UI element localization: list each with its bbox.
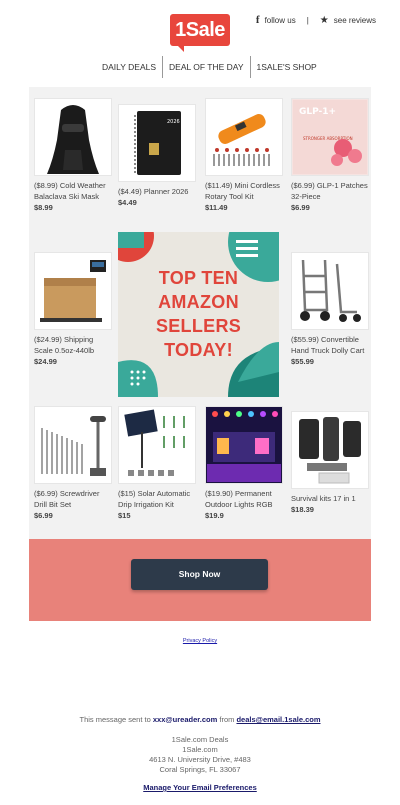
hand-truck-image (300, 259, 361, 322)
product-price: $55.99 (291, 357, 314, 366)
product-image[interactable] (205, 406, 283, 484)
facebook-icon[interactable]: f (256, 14, 260, 26)
banner-title: TOP TEN AMAZON SELLERS TODAY! (118, 266, 279, 362)
drill-bits-image (41, 416, 106, 476)
product-card[interactable]: ($11.49) Mini Cordless Rotary Tool Kit $… (205, 98, 283, 212)
product-image[interactable] (34, 406, 112, 484)
see-reviews-link[interactable]: see reviews (334, 16, 376, 25)
product-price: $15 (118, 511, 131, 520)
product-name[interactable]: ($55.99) Convertible Hand Truck Dolly Ca… (291, 334, 369, 356)
patch-title: GLP-1+ (299, 107, 336, 117)
product-card[interactable]: ($24.99) Shipping Scale 0.5oz-440lb $24.… (34, 252, 112, 366)
privacy-policy-link[interactable]: Privacy Policy (0, 638, 400, 644)
banner-line: TODAY! (164, 340, 233, 360)
nav-1sales-shop[interactable]: 1SALE'S SHOP (251, 56, 323, 78)
logo-tail (176, 44, 184, 52)
product-image[interactable] (291, 411, 369, 489)
nav-daily-deals[interactable]: DAILY DEALS (96, 56, 162, 78)
product-price: $11.49 (205, 203, 228, 212)
product-image[interactable]: GLP-1+ STRONGER ABSORPTION (291, 98, 369, 176)
banner-line: TOP TEN (158, 268, 239, 288)
footer-sent-line: This message sent to xxx@ureader.com fro… (0, 715, 400, 724)
top-ten-banner[interactable]: TOP TEN AMAZON SELLERS TODAY! (118, 232, 279, 397)
planner-year: 2026 (167, 119, 180, 125)
from-text: from (217, 715, 237, 724)
product-price: $4.49 (118, 198, 137, 207)
brand-logo[interactable]: 1Sale (170, 14, 230, 46)
product-name[interactable]: ($6.99) GLP-1 Patches 32-Piece (291, 180, 369, 202)
star-icon[interactable]: ★ (320, 15, 329, 26)
product-price: $6.99 (291, 203, 310, 212)
product-name[interactable]: ($11.49) Mini Cordless Rotary Tool Kit (205, 180, 283, 202)
rotary-tool-image (213, 114, 270, 166)
product-card[interactable]: ($55.99) Convertible Hand Truck Dolly Ca… (291, 252, 369, 366)
product-price: $18.39 (291, 505, 314, 514)
product-card[interactable]: GLP-1+ STRONGER ABSORPTION ($6.99) GLP-1… (291, 98, 369, 212)
product-image[interactable] (205, 98, 283, 176)
sent-prefix: This message sent to (79, 715, 153, 724)
product-price: $8.99 (34, 203, 53, 212)
product-price: $19.9 (205, 511, 224, 520)
shop-now-button[interactable]: Shop Now (131, 559, 268, 590)
shipping-scale-image (40, 260, 106, 322)
product-image[interactable] (34, 98, 112, 176)
follow-us-link[interactable]: follow us (265, 16, 296, 25)
outdoor-lights-image (207, 408, 281, 482)
product-price: $24.99 (34, 357, 57, 366)
manage-preferences-row: Manage Your Email Preferences (0, 783, 400, 792)
product-name[interactable]: ($15) Solar Automatic Drip Irrigation Ki… (118, 488, 196, 510)
nav-deal-of-the-day[interactable]: DEAL OF THE DAY (163, 56, 249, 78)
product-name[interactable]: ($19.90) Permanent Outdoor Lights RGB (205, 488, 283, 510)
product-card[interactable]: ($15) Solar Automatic Drip Irrigation Ki… (118, 406, 196, 520)
recipient-email: xxx@ureader.com (152, 715, 218, 724)
product-price: $6.99 (34, 511, 53, 520)
solar-irrigation-image (124, 409, 185, 476)
product-card[interactable]: 2026 ($4.49) Planner 2026 $4.49 (118, 104, 196, 207)
product-name[interactable]: ($4.49) Planner 2026 (118, 186, 196, 197)
product-name[interactable]: ($6.99) Screwdriver Drill Bit Set (34, 488, 112, 510)
product-image[interactable] (118, 406, 196, 484)
balaclava-image (47, 105, 99, 174)
product-name[interactable]: Survival kits 17 in 1 (291, 493, 369, 504)
product-name[interactable]: ($8.99) Cold Weather Balaclava Ski Mask (34, 180, 112, 202)
product-image[interactable]: 2026 (118, 104, 196, 182)
product-image[interactable] (291, 252, 369, 330)
product-image[interactable] (34, 252, 112, 330)
manage-preferences-link[interactable]: Manage Your Email Preferences (143, 783, 257, 792)
product-card[interactable]: ($6.99) Screwdriver Drill Bit Set $6.99 (34, 406, 112, 520)
top-nav: DAILY DEALS DEAL OF THE DAY 1SALE'S SHOP (96, 56, 323, 78)
footer-site: 1Sale.com (182, 745, 218, 754)
footer-address-line2: Coral Springs, FL 33067 (159, 765, 241, 774)
product-card[interactable]: ($8.99) Cold Weather Balaclava Ski Mask … (34, 98, 112, 212)
sender-email-link[interactable]: deals@email.1sale.com (236, 715, 320, 724)
product-name[interactable]: ($24.99) Shipping Scale 0.5oz-440lb (34, 334, 112, 356)
banner-line: AMAZON (158, 292, 239, 312)
banner-line: SELLERS (155, 316, 242, 336)
glp-patches-image: GLP-1+ STRONGER ABSORPTION (293, 100, 367, 174)
survival-kit-image (299, 417, 361, 484)
social-separator: | (306, 15, 309, 25)
footer-address-line1: 4613 N. University Drive, #483 (149, 755, 251, 764)
footer-company: 1Sale.com Deals (171, 735, 229, 744)
product-card[interactable]: Survival kits 17 in 1 $18.39 (291, 411, 369, 514)
product-grid: ($8.99) Cold Weather Balaclava Ski Mask … (29, 87, 371, 539)
planner-image: 2026 (134, 111, 181, 175)
social-links: f follow us | ★ see reviews (256, 14, 376, 26)
product-card[interactable]: ($19.90) Permanent Outdoor Lights RGB $1… (205, 406, 283, 520)
